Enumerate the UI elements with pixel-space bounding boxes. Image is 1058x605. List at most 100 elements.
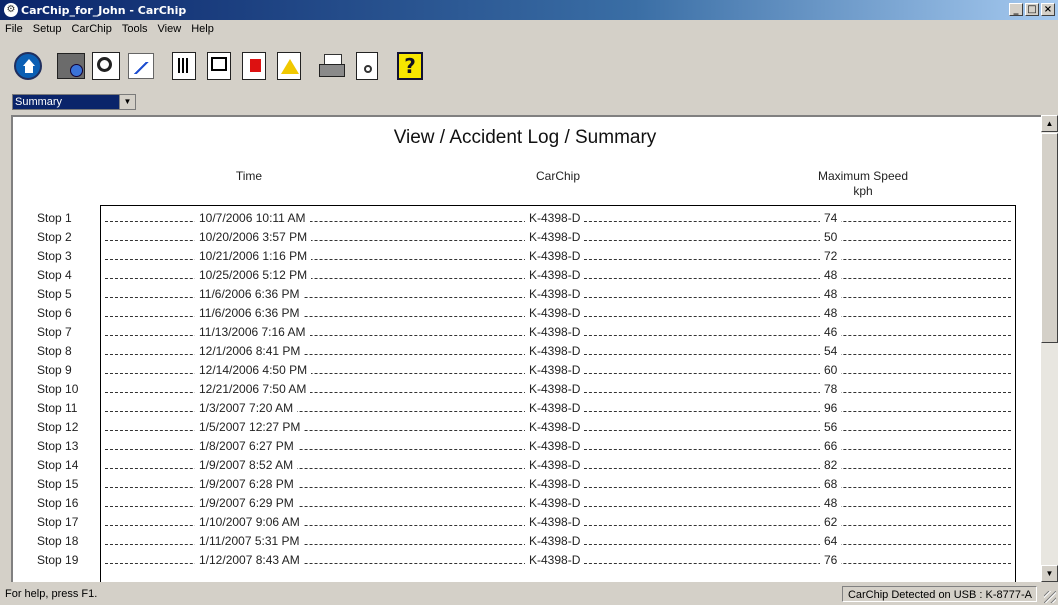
stop-label: Stop 13 (37, 439, 79, 453)
print-button[interactable] (316, 49, 348, 83)
column-header-max-speed-label: Maximum Speed (817, 169, 909, 183)
speed-cell: 82 (820, 458, 842, 472)
speed-cell: 62 (820, 515, 842, 529)
menu-setup[interactable]: Setup (28, 21, 67, 39)
table-row: Stop 16 1/9/2007 6:29 PM K-4398-D 48 (13, 493, 1043, 512)
speed-cell: 48 (820, 268, 842, 282)
stop-label: Stop 1 (37, 211, 72, 225)
time-cell: 12/1/2006 8:41 PM (195, 344, 305, 358)
stop-label: Stop 2 (37, 230, 72, 244)
speed-cell: 48 (820, 306, 842, 320)
table-row: Stop 6 11/6/2006 6:36 PM K-4398-D 48 (13, 303, 1043, 322)
stop-label: Stop 15 (37, 477, 79, 491)
table-row: Stop 4 10/25/2006 5:12 PM K-4398-D 48 (13, 265, 1043, 284)
download-button[interactable] (55, 49, 87, 83)
time-cell: 11/6/2006 6:36 PM (195, 306, 304, 320)
minimize-button[interactable]: _ (1009, 3, 1023, 16)
add-report-icon (242, 52, 266, 80)
carchip-cell: K-4398-D (525, 515, 585, 529)
print-preview-icon (356, 52, 378, 80)
table-row: Stop 18 1/11/2007 5:31 PM K-4398-D 64 (13, 531, 1043, 550)
carchip-cell: K-4398-D (525, 363, 585, 377)
summary-report-icon (172, 52, 196, 80)
app-window: ⚙ CarChip_for_John - CarChip _ □ × File … (0, 0, 1058, 605)
column-header-speed-unit: kph (853, 184, 873, 198)
carchip-cell: K-4398-D (525, 477, 585, 491)
home-icon (14, 52, 42, 80)
menu-tools[interactable]: Tools (117, 21, 153, 39)
menu-help[interactable]: Help (186, 21, 219, 39)
view-data-button[interactable] (90, 49, 122, 83)
menu-bar: File Setup CarChip Tools View Help (0, 21, 219, 39)
resize-grip[interactable] (1044, 591, 1056, 603)
window-controls: _ □ × (1009, 3, 1055, 16)
scroll-up-button[interactable]: ▲ (1041, 115, 1058, 132)
time-cell: 1/9/2007 6:29 PM (195, 496, 298, 510)
stop-label: Stop 10 (37, 382, 79, 396)
graph-icon (128, 53, 154, 79)
print-preview-button[interactable] (351, 49, 383, 83)
carchip-cell: K-4398-D (525, 458, 585, 472)
time-cell: 11/13/2006 7:16 AM (195, 325, 310, 339)
carchip-cell: K-4398-D (525, 439, 585, 453)
table-row: Stop 17 1/10/2007 9:06 AM K-4398-D 62 (13, 512, 1043, 531)
carchip-cell: K-4398-D (525, 420, 585, 434)
menu-file[interactable]: File (0, 21, 28, 39)
time-cell: 10/20/2006 3:57 PM (195, 230, 312, 244)
printer-icon (318, 53, 346, 79)
column-header-carchip: CarChip (535, 169, 580, 183)
time-cell: 12/14/2006 4:50 PM (195, 363, 312, 377)
window-report-button[interactable] (203, 49, 235, 83)
stop-label: Stop 18 (37, 534, 79, 548)
scroll-thumb[interactable] (1041, 133, 1058, 343)
view-selector-value: Summary (13, 95, 119, 109)
speed-cell: 72 (820, 249, 842, 263)
time-cell: 1/12/2007 8:43 AM (195, 553, 304, 567)
table-row: Stop 10 12/21/2006 7:50 AM K-4398-D 78 (13, 379, 1043, 398)
carchip-cell: K-4398-D (525, 268, 585, 282)
menu-carchip[interactable]: CarChip (66, 21, 116, 39)
stop-label: Stop 9 (37, 363, 72, 377)
table-row: Stop 9 12/14/2006 4:50 PM K-4398-D 60 (13, 360, 1043, 379)
time-cell: 1/9/2007 8:52 AM (195, 458, 298, 472)
help-button[interactable]: ? (394, 49, 426, 83)
add-report-button[interactable] (238, 49, 270, 83)
time-cell: 1/5/2007 12:27 PM (195, 420, 305, 434)
view-data-icon (92, 52, 120, 80)
table-row: Stop 19 1/12/2007 8:43 AM K-4398-D 76 (13, 550, 1043, 569)
toolbar: ? (12, 46, 429, 86)
stop-label: Stop 4 (37, 268, 72, 282)
graph-button[interactable] (125, 49, 157, 83)
speed-cell: 50 (820, 230, 842, 244)
title-bar[interactable]: ⚙ CarChip_for_John - CarChip _ □ × (0, 0, 1058, 20)
app-icon: ⚙ (4, 3, 18, 17)
column-header-max-speed: Maximum Speed kph (783, 169, 943, 199)
stop-label: Stop 8 (37, 344, 72, 358)
scroll-down-button[interactable]: ▼ (1041, 565, 1058, 582)
home-button[interactable] (12, 49, 44, 83)
table-row: Stop 2 10/20/2006 3:57 PM K-4398-D 50 (13, 227, 1043, 246)
close-button[interactable]: × (1041, 3, 1055, 16)
summary-report-button[interactable] (168, 49, 200, 83)
vertical-scrollbar[interactable]: ▲ ▼ (1041, 115, 1058, 582)
time-cell: 1/10/2007 9:06 AM (195, 515, 304, 529)
maximize-button[interactable]: □ (1025, 3, 1039, 16)
speed-cell: 48 (820, 496, 842, 510)
stop-label: Stop 3 (37, 249, 72, 263)
time-cell: 12/21/2006 7:50 AM (195, 382, 311, 396)
speed-cell: 66 (820, 439, 842, 453)
menu-view[interactable]: View (153, 21, 187, 39)
speed-cell: 54 (820, 344, 842, 358)
speed-cell: 64 (820, 534, 842, 548)
time-cell: 10/7/2006 10:11 AM (195, 211, 310, 225)
view-selector[interactable]: Summary ▼ (12, 94, 136, 110)
carchip-cell: K-4398-D (525, 344, 585, 358)
table-row: Stop 8 12/1/2006 8:41 PM K-4398-D 54 (13, 341, 1043, 360)
chevron-down-icon[interactable]: ▼ (119, 95, 135, 109)
table-row: Stop 3 10/21/2006 1:16 PM K-4398-D 72 (13, 246, 1043, 265)
window-title: CarChip_for_John - CarChip (21, 3, 187, 17)
table-row: Stop 13 1/8/2007 6:27 PM K-4398-D 66 (13, 436, 1043, 455)
stop-label: Stop 14 (37, 458, 79, 472)
carchip-cell: K-4398-D (525, 287, 585, 301)
warning-report-button[interactable] (273, 49, 305, 83)
